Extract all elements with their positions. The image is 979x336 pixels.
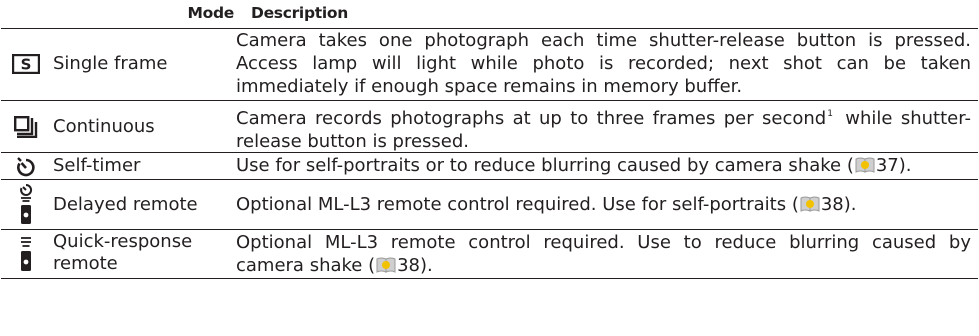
continuous-icon [11, 115, 41, 139]
mode-label: Continuous [53, 116, 155, 137]
page-reference-icon [376, 256, 396, 280]
self-timer-icon [11, 154, 41, 178]
description-text: Camera takes one photograph each time sh… [236, 30, 971, 97]
quick-response-remote-icon [11, 234, 41, 274]
table-row-quick-response-remote: Quick-response remote Optional ML-L3 remo… [1, 230, 978, 279]
mode-column-header: Mode [187, 4, 235, 22]
description-column-header: Description [251, 4, 348, 22]
delayed-remote-icon [11, 182, 41, 226]
table-header: Mode Description [1, 0, 978, 29]
page-reference-icon [800, 195, 820, 219]
mode-label: Quick-response remote [53, 231, 193, 274]
table-row-delayed-remote: Delayed remote Optional ML-L3 remote con… [1, 180, 978, 230]
footnote-marker: 1 [827, 109, 833, 119]
svg-text:S: S [21, 56, 32, 74]
description-text: Optional ML-L3 remote control required. … [236, 193, 971, 219]
mode-label: Self-timer [53, 155, 141, 176]
description-text: Use for self-portraits or to reduce blur… [236, 154, 971, 180]
page-reference-icon [855, 156, 875, 180]
table-row-continuous: Continuous Camera records photographs at… [1, 101, 978, 153]
mode-label: Delayed remote [53, 194, 198, 215]
description-text: Camera records photographs at up to thre… [236, 108, 971, 152]
table-row-single-frame: S Single frame Camera takes one photogra… [1, 28, 978, 101]
mode-label: Single frame [53, 53, 168, 74]
release-mode-table: Mode Description S Single frame Camera t… [1, 0, 978, 279]
description-text: Optional ML-L3 remote control required. … [236, 231, 971, 280]
table-row-self-timer: Self-timer Use for self-portraits or to … [1, 153, 978, 180]
single-frame-icon: S [11, 52, 41, 76]
